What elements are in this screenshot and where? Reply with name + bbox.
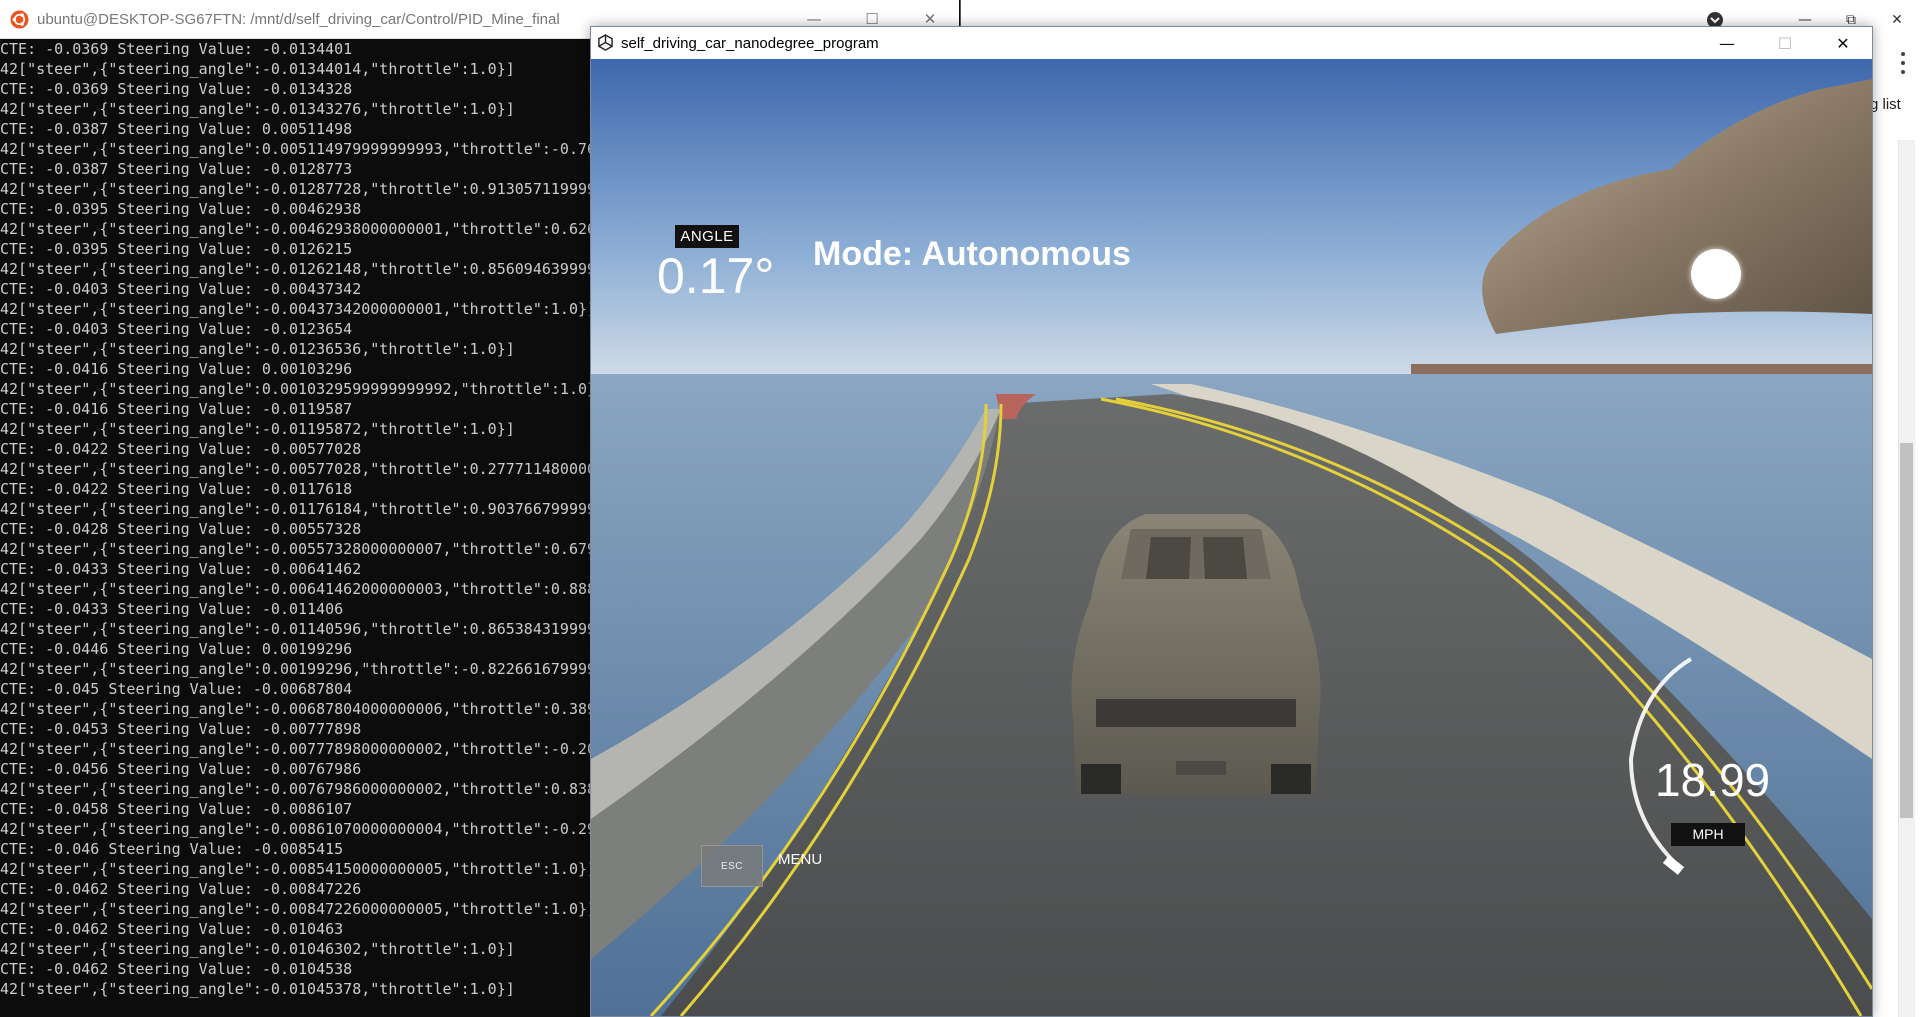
terminal-line: CTE: -0.0387 Steering Value: 0.00511498 — [0, 120, 353, 138]
terminal-line: 42["steer",{"steering_angle":-0.00687804… — [0, 700, 597, 718]
unity-logo-icon — [598, 34, 613, 51]
simulator-title: self_driving_car_nanodegree_program — [621, 35, 879, 52]
terminal-line: 42["steer",{"steering_angle":-0.01140596… — [0, 620, 597, 638]
terminal-line: 42["steer",{"steering_angle":-0.00847226… — [0, 900, 597, 918]
menu-label[interactable]: MENU — [778, 851, 822, 868]
terminal-line: CTE: -0.0395 Steering Value: -0.0126215 — [0, 240, 353, 258]
terminal-line: 42["steer",{"steering_angle":0.005114979… — [0, 140, 600, 158]
simulator-maximize-icon[interactable]: ☐ — [1756, 27, 1814, 59]
terminal-line: CTE: -0.0462 Steering Value: -0.0104538 — [0, 960, 353, 978]
terminal-line: 42["steer",{"steering_angle":-0.00854150… — [0, 860, 597, 878]
terminal-line: CTE: -0.0433 Steering Value: -0.011406 — [0, 600, 344, 618]
terminal-line: 42["steer",{"steering_angle":-0.01045378… — [0, 980, 515, 998]
terminal-line: CTE: -0.0387 Steering Value: -0.0128773 — [0, 160, 353, 178]
terminal-line: CTE: -0.0456 Steering Value: -0.00767986 — [0, 760, 362, 778]
terminal-line: CTE: -0.0403 Steering Value: -0.0123654 — [0, 320, 353, 338]
ubuntu-logo-icon — [10, 10, 29, 29]
background-scrollbar-thumb[interactable] — [1900, 443, 1913, 818]
simulator-minimize-icon[interactable]: — — [1698, 27, 1756, 59]
terminal-line: 42["steer",{"steering_angle":-0.00557328… — [0, 540, 597, 558]
terminal-line: CTE: -0.0462 Steering Value: -0.010463 — [0, 920, 344, 938]
terminal-line: CTE: -0.0428 Steering Value: -0.00557328 — [0, 520, 362, 538]
terminal-line: 42["steer",{"steering_angle":0.001032959… — [0, 380, 600, 398]
terminal-line: CTE: -0.0395 Steering Value: -0.00462938 — [0, 200, 362, 218]
speed-value: 18.99 — [1655, 754, 1771, 806]
terminal-line: CTE: -0.0433 Steering Value: -0.00641462 — [0, 560, 362, 578]
terminal-line: 42["steer",{"steering_angle":-0.00437342… — [0, 300, 597, 318]
terminal-line: CTE: -0.0453 Steering Value: -0.00777898 — [0, 720, 362, 738]
terminal-line: CTE: -0.0446 Steering Value: 0.00199296 — [0, 640, 353, 658]
sun-indicator — [1691, 249, 1741, 299]
driving-scene — [591, 59, 1872, 1016]
terminal-line: CTE: -0.0462 Steering Value: -0.00847226 — [0, 880, 362, 898]
car-model — [1071, 514, 1321, 794]
kebab-menu-icon[interactable] — [1900, 52, 1906, 74]
terminal-line: 42["steer",{"steering_angle":-0.01344014… — [0, 60, 515, 78]
terminal-line: 42["steer",{"steering_angle":-0.01343276… — [0, 100, 515, 118]
terminal-line: CTE: -0.0458 Steering Value: -0.0086107 — [0, 800, 353, 818]
terminal-line: CTE: -0.045 Steering Value: -0.00687804 — [0, 680, 353, 698]
simulator-titlebar[interactable]: self_driving_car_nanodegree_program — ☐ … — [591, 27, 1872, 59]
terminal-line: 42["steer",{"steering_angle":-0.00462938… — [0, 220, 597, 238]
terminal-line: 42["steer",{"steering_angle":-0.00641462… — [0, 580, 597, 598]
terminal-line: CTE: -0.0416 Steering Value: 0.00103296 — [0, 360, 353, 378]
terminal-line: CTE: -0.0369 Steering Value: -0.0134401 — [0, 40, 353, 58]
terminal-line: CTE: -0.0422 Steering Value: -0.00577028 — [0, 440, 362, 458]
background-close-icon[interactable]: ✕ — [1874, 0, 1920, 40]
background-partial-text: g list — [1870, 96, 1901, 113]
simulator-viewport[interactable]: ANGLE 0.17° Mode: Autonomous ESC MENU 18… — [591, 59, 1872, 1016]
terminal-line: 42["steer",{"steering_angle":-0.00861070… — [0, 820, 597, 838]
terminal-line: 42["steer",{"steering_angle":-0.01046302… — [0, 940, 515, 958]
terminal-line: CTE: -0.0416 Steering Value: -0.0119587 — [0, 400, 353, 418]
angle-label: ANGLE — [675, 225, 739, 248]
terminal-line: CTE: -0.0403 Steering Value: -0.00437342 — [0, 280, 362, 298]
mode-indicator: Mode: Autonomous — [813, 235, 1131, 273]
terminal-line: 42["steer",{"steering_angle":-0.01176184… — [0, 500, 597, 518]
terminal-output[interactable]: CTE: -0.0369 Steering Value: -0.0134401 4… — [0, 39, 600, 1017]
angle-value: 0.17° — [657, 248, 775, 304]
terminal-line: CTE: -0.0422 Steering Value: -0.0117618 — [0, 480, 353, 498]
terminal-line: 42["steer",{"steering_angle":0.00199296,… — [0, 660, 597, 678]
esc-button[interactable]: ESC — [701, 845, 763, 887]
terminal-line: CTE: -0.0369 Steering Value: -0.0134328 — [0, 80, 353, 98]
terminal-line: 42["steer",{"steering_angle":-0.00577028… — [0, 460, 597, 478]
terminal-line: 42["steer",{"steering_angle":-0.01236536… — [0, 340, 515, 358]
terminal-line: 42["steer",{"steering_angle":-0.00777898… — [0, 740, 597, 758]
speed-unit-label: MPH — [1671, 823, 1745, 846]
terminal-line: 42["steer",{"steering_angle":-0.00767986… — [0, 780, 597, 798]
terminal-line: 42["steer",{"steering_angle":-0.01287728… — [0, 180, 597, 198]
terminal-line: 42["steer",{"steering_angle":-0.01195872… — [0, 420, 515, 438]
terminal-line: CTE: -0.046 Steering Value: -0.0085415 — [0, 840, 344, 858]
terminal-line: 42["steer",{"steering_angle":-0.01262148… — [0, 260, 597, 278]
simulator-window[interactable]: self_driving_car_nanodegree_program — ☐ … — [590, 26, 1873, 1017]
simulator-close-icon[interactable]: ✕ — [1814, 27, 1872, 59]
terminal-title: ubuntu@DESKTOP-SG67FTN: /mnt/d/self_driv… — [37, 11, 560, 28]
